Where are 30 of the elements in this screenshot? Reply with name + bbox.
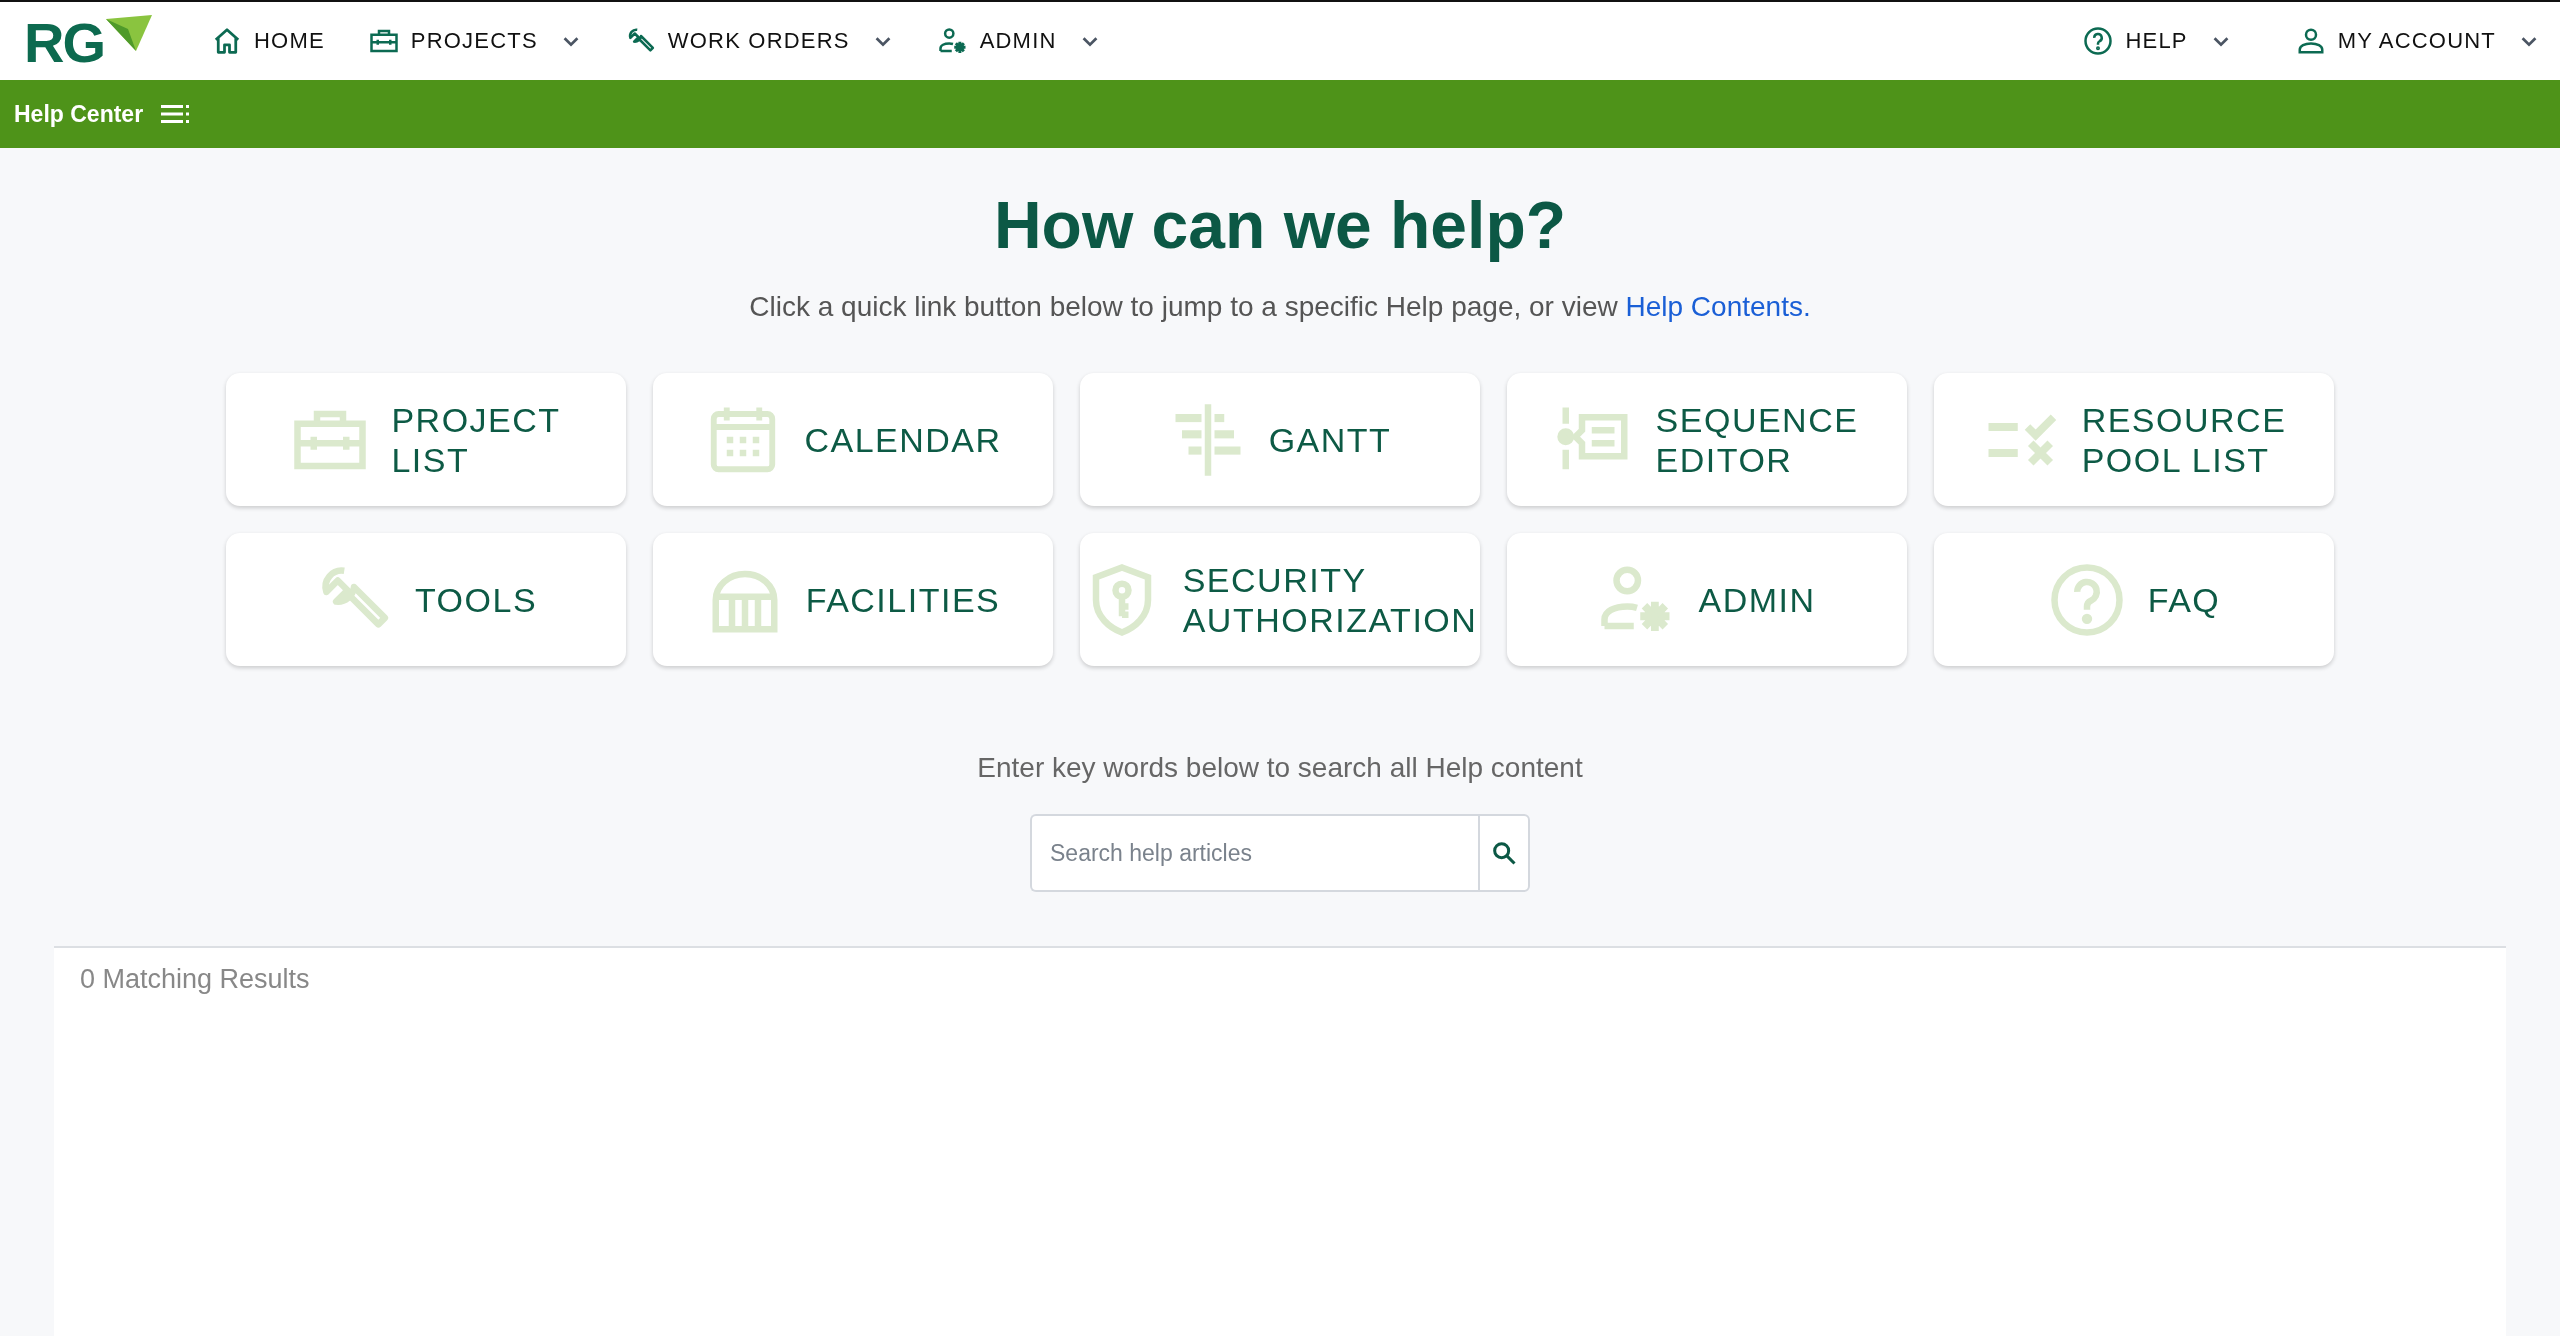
quick-link-button[interactable]: SEQUENCE EDITOR	[1507, 373, 1907, 507]
quick-link-button[interactable]: RESOURCE POOL LIST	[1934, 373, 2334, 507]
help-contents-link[interactable]: Help Contents.	[1625, 291, 1811, 323]
quick-link-button[interactable]: GANTT	[1080, 373, 1480, 507]
nav-menu-item[interactable]: PROJECTS	[368, 26, 582, 56]
quick-link-button[interactable]: FAQ	[1934, 533, 2334, 667]
nav-menu-item[interactable]: HELP	[2083, 26, 2232, 56]
quick-link-button[interactable]: ADMIN	[1507, 533, 1907, 667]
quick-link-button[interactable]: CALENDAR	[653, 373, 1053, 507]
page-title: Help Center	[14, 100, 144, 128]
nav-menu-item[interactable]: HOME	[212, 26, 325, 56]
quick-link-button[interactable]: SECURITY AUTHORIZATION	[1080, 533, 1480, 667]
quick-link-button[interactable]: TOOLS	[226, 533, 626, 667]
user-gear-icon	[937, 26, 968, 56]
search-field[interactable]: Search help articles	[1030, 814, 1478, 893]
search-prompt: Enter key words below to search all Help content	[977, 752, 1583, 785]
logo-text: RG	[24, 15, 104, 71]
menu-icon[interactable]	[161, 103, 192, 125]
nav-menu-item[interactable]: WORK ORDERS	[625, 26, 894, 56]
intro-text: Click a quick link button below to jump to a specific Help page, or view Help Contents.	[749, 291, 1811, 324]
nav-menu-item[interactable]: MY ACCOUNT	[2295, 26, 2540, 56]
page-heading: How can we help?	[993, 187, 1567, 264]
results-count: 0 Matching Results	[80, 964, 311, 996]
quick-link-button[interactable]: PROJECT LIST	[226, 373, 626, 507]
logo-triangle-icon	[106, 15, 152, 51]
search-button[interactable]	[1478, 814, 1530, 893]
help-icon	[2083, 26, 2114, 56]
house-icon	[212, 26, 242, 56]
quick-link-button[interactable]: FACILITIES	[653, 533, 1053, 667]
nav-menu-item[interactable]: ADMIN	[937, 26, 1101, 56]
